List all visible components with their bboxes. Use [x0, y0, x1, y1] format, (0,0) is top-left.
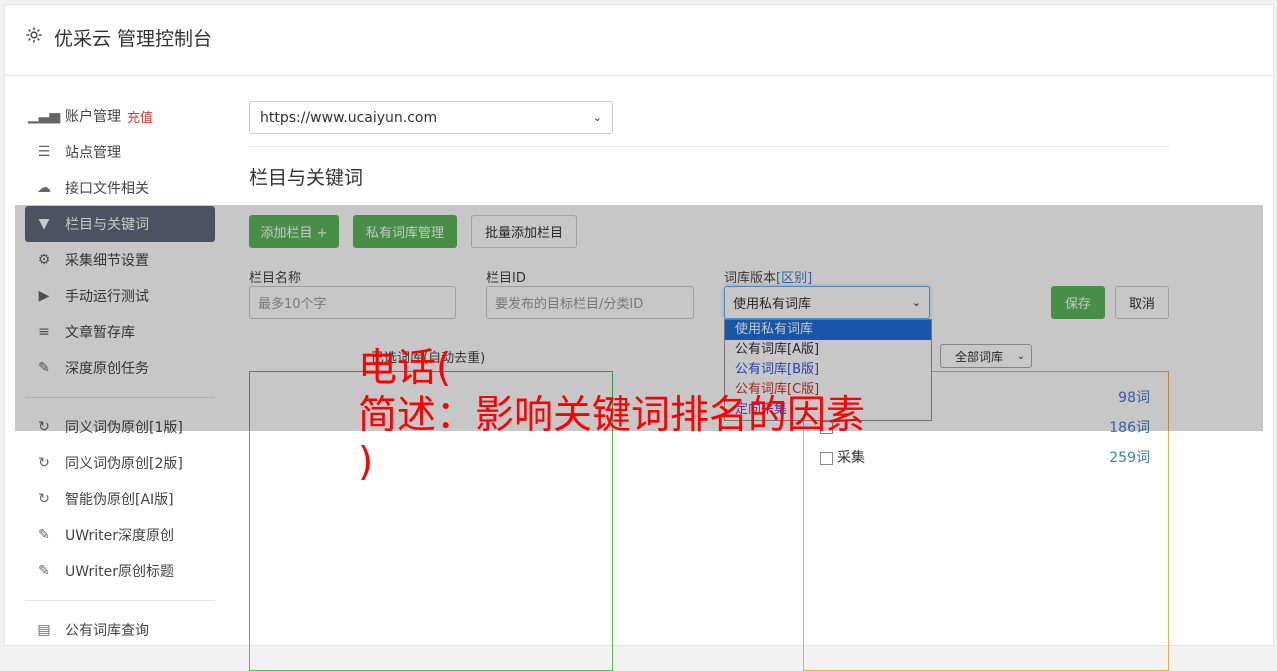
- database-icon: ≡: [38, 324, 50, 340]
- sidebar-item-label: 手动运行测试: [65, 289, 149, 305]
- add-column-button[interactable]: 添加栏目 +: [249, 215, 339, 248]
- sidebar-item-uwriter-title[interactable]: ✎ UWriter原创标题: [25, 553, 215, 589]
- sidebar-item-uwriter-deep[interactable]: ✎ UWriter深度原创: [25, 517, 215, 553]
- bar-chart-icon: ▁▃▅: [27, 108, 61, 124]
- play-circle-icon: ▶: [38, 288, 50, 304]
- column-name-label: 栏目名称: [249, 271, 302, 286]
- version-label-text: 词库版本: [724, 271, 777, 286]
- sidebar-item-label: 文章暂存库: [65, 325, 135, 341]
- sidebar: ▁▃▅ 账户管理 充值 ☰ 站点管理 ☁ 接口文件相关 ▼ 栏目与关键词 ⚙ 采…: [25, 98, 215, 648]
- list-item[interactable]: 采集 259词: [820, 447, 1150, 467]
- sidebar-item-label: UWriter深度原创: [65, 528, 174, 544]
- sidebar-item-label: 栏目与关键词: [65, 217, 149, 233]
- divider: [249, 146, 1169, 147]
- recharge-link[interactable]: 充值: [127, 107, 153, 126]
- version-label: 词库版本[区别]: [724, 267, 812, 286]
- site-select[interactable]: https://www.ucaiyun.com ⌄: [249, 101, 613, 134]
- version-select-value: 使用私有词库: [733, 297, 812, 312]
- sidebar-item-label: 同义词伪原创[1版]: [65, 420, 183, 436]
- watermark-text: 电话( 简述：影响关键词排名的因素 ): [358, 346, 866, 485]
- sidebar-item-label: 深度原创任务: [65, 361, 149, 377]
- sidebar-item-public-lib[interactable]: ▤ 公有词库查询: [25, 612, 215, 648]
- lib-filter-select[interactable]: 全部词库 ⌄: [940, 344, 1032, 368]
- sidebar-item-api-files[interactable]: ☁ 接口文件相关: [25, 170, 215, 206]
- console-card: 优采云 管理控制台 ▁▃▅ 账户管理 充值 ☰ 站点管理 ☁ 接口文件相关 ▼ …: [4, 4, 1274, 671]
- chevron-down-icon: ⌄: [911, 296, 921, 309]
- lib-count: 98词: [1118, 390, 1150, 406]
- refresh-icon: ↻: [38, 419, 50, 435]
- sidebar-item-sites[interactable]: ☰ 站点管理: [25, 134, 215, 170]
- diff-link[interactable]: [区别]: [776, 271, 812, 286]
- header: 优采云 管理控制台: [5, 5, 1273, 76]
- sidebar-item-article-store[interactable]: ≡ 文章暂存库: [25, 314, 215, 350]
- sidebar-item-synonym-v2[interactable]: ↻ 同义词伪原创[2版]: [25, 445, 215, 481]
- edit-icon: ✎: [38, 360, 50, 376]
- sidebar-item-label: 智能伪原创[AI版]: [65, 492, 174, 508]
- dropdown-option[interactable]: 使用私有词库: [725, 320, 931, 340]
- page-title: 优采云 管理控制台: [54, 28, 213, 50]
- sidebar-item-deep-original[interactable]: ✎ 深度原创任务: [25, 350, 215, 386]
- sidebar-item-account[interactable]: ▁▃▅ 账户管理 充值: [25, 98, 215, 134]
- column-id-label: 栏目ID: [486, 271, 526, 286]
- gear-icon: [26, 27, 42, 43]
- lib-count: 259词: [1109, 450, 1150, 466]
- batch-add-button[interactable]: 批量添加栏目: [471, 215, 577, 248]
- sidebar-item-ai-rewrite[interactable]: ↻ 智能伪原创[AI版]: [25, 481, 215, 517]
- sidebar-item-manual-run[interactable]: ▶ 手动运行测试: [25, 278, 215, 314]
- site-select-value: https://www.ucaiyun.com: [260, 109, 438, 126]
- column-id-input[interactable]: 要发布的目标栏目/分类ID: [486, 286, 694, 319]
- chevron-down-icon: ⌄: [1016, 350, 1025, 362]
- cogs-icon: ⚙: [37, 252, 51, 268]
- sidebar-item-label: 采集细节设置: [65, 253, 149, 269]
- sidebar-item-collect-settings[interactable]: ⚙ 采集细节设置: [25, 242, 215, 278]
- sidebar-item-synonym-v1[interactable]: ↻ 同义词伪原创[1版]: [25, 409, 215, 445]
- refresh-icon: ↻: [38, 491, 50, 507]
- sidebar-divider: [25, 397, 215, 398]
- edit-icon: ✎: [38, 563, 50, 579]
- sidebar-item-columns-keywords[interactable]: ▼ 栏目与关键词: [25, 206, 215, 242]
- chevron-down-icon: ⌄: [592, 111, 602, 124]
- refresh-icon: ↻: [38, 455, 50, 471]
- filter-icon: ▼: [38, 216, 50, 232]
- cloud-upload-icon: ☁: [37, 180, 51, 196]
- server-icon: ☰: [37, 144, 51, 160]
- sidebar-item-label: 接口文件相关: [65, 181, 149, 197]
- private-lib-button[interactable]: 私有词库管理: [353, 215, 457, 248]
- section-title: 栏目与关键词: [249, 167, 364, 189]
- version-select[interactable]: 使用私有词库 ⌄: [724, 286, 930, 319]
- sidebar-item-label: UWriter原创标题: [65, 564, 174, 580]
- column-name-input[interactable]: 最多10个字: [249, 286, 456, 319]
- save-button[interactable]: 保存: [1051, 286, 1105, 319]
- lib-count: 186词: [1109, 420, 1150, 436]
- sidebar-item-label: 站点管理: [65, 145, 121, 161]
- sidebar-item-label: 账户管理: [65, 109, 121, 125]
- lib-filter-value: 全部词库: [955, 349, 1004, 364]
- edit-icon: ✎: [38, 527, 50, 543]
- sidebar-divider: [25, 600, 215, 601]
- sidebar-item-label: 同义词伪原创[2版]: [65, 456, 183, 472]
- sidebar-item-label: 公有词库查询: [65, 623, 149, 639]
- cancel-button[interactable]: 取消: [1115, 286, 1169, 319]
